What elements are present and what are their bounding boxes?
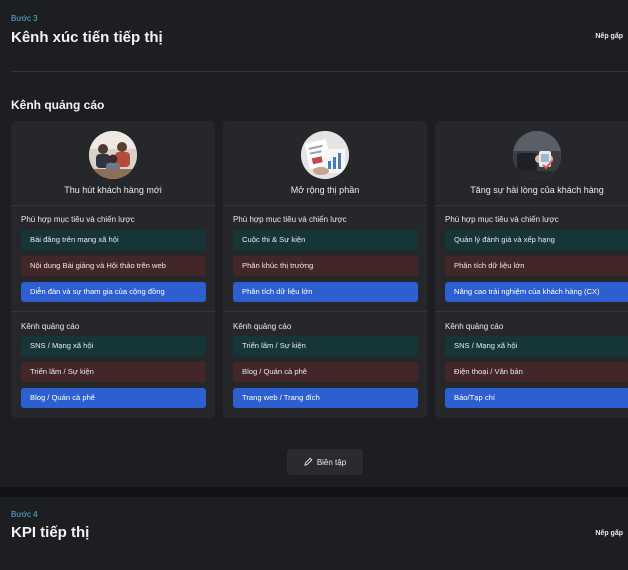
strategy-label: Phù hợp mục tiêu và chiến lược	[233, 215, 347, 224]
goal-card-customer-satisfaction: Tăng sự hài lòng của khách hàng Phù hợp …	[435, 121, 628, 418]
channel-chip[interactable]: Triển lãm / Sự kiện	[233, 336, 418, 356]
card-photo	[513, 131, 561, 179]
channel-chip[interactable]: Blog / Quán cà phê	[21, 388, 206, 408]
edit-button-label: Biên tập	[316, 457, 347, 467]
card-divider	[11, 311, 215, 312]
card-divider	[223, 205, 427, 206]
strategy-chip[interactable]: Cuộc thi & Sự kiện	[233, 230, 418, 250]
channel-label: Kênh quảng cáo	[445, 322, 504, 331]
goal-card-new-customers: Thu hút khách hàng mới Phù hợp mục tiêu …	[11, 121, 215, 418]
channel-chip[interactable]: Trang web / Trang đích	[233, 388, 418, 408]
step-4-panel: Bước 4 KPI tiếp thị Nếp gấp	[0, 497, 628, 570]
step-label: Bước 3	[11, 14, 38, 23]
channel-chip[interactable]: SNS / Mạng xã hội	[445, 336, 628, 356]
channel-chip[interactable]: Điện thoại / Văn bản	[445, 362, 628, 382]
card-divider	[223, 311, 427, 312]
card-title: Mở rộng thị phần	[290, 185, 360, 195]
collapse-button[interactable]: Nếp gấp	[595, 33, 623, 40]
card-title: Thu hút khách hàng mới	[64, 185, 162, 195]
section-title: Kênh quảng cáo	[11, 98, 105, 112]
step-title: KPI tiếp thị	[11, 524, 90, 541]
channel-chip[interactable]: Blog / Quán cà phê	[233, 362, 418, 382]
pencil-icon	[304, 457, 313, 468]
channel-chip[interactable]: Báo/Tạp chí	[445, 388, 628, 408]
strategy-label: Phù hợp mục tiêu và chiến lược	[21, 215, 135, 224]
strategy-chip[interactable]: Nâng cao trải nghiệm của khách hàng (CX)	[445, 282, 628, 302]
card-divider	[11, 205, 215, 206]
strategy-chip[interactable]: Phân tích dữ liệu lớn	[233, 282, 418, 302]
card-photo	[89, 131, 137, 179]
strategy-chip[interactable]: Bài đăng trên mạng xã hội	[21, 230, 206, 250]
strategy-chip[interactable]: Nội dung Bài giảng và Hội thảo trên web	[21, 256, 206, 276]
card-photo	[301, 131, 349, 179]
strategy-label: Phù hợp mục tiêu và chiến lược	[445, 215, 559, 224]
divider	[11, 71, 628, 72]
card-divider	[435, 311, 628, 312]
edit-button[interactable]: Biên tập	[287, 449, 363, 475]
channel-label: Kênh quảng cáo	[21, 322, 80, 331]
channel-chip[interactable]: SNS / Mạng xã hội	[21, 336, 206, 356]
step-title: Kênh xúc tiến tiếp thị	[11, 29, 163, 46]
collapse-button[interactable]: Nếp gấp	[595, 530, 623, 537]
card-divider	[435, 205, 628, 206]
step-label: Bước 4	[11, 510, 38, 519]
strategy-chip[interactable]: Diễn đàn và sự tham gia của cộng đồng	[21, 282, 206, 302]
channel-chip[interactable]: Triển lãm / Sự kiện	[21, 362, 206, 382]
goal-card-market-share: Mở rộng thị phần Phù hợp mục tiêu và chi…	[223, 121, 427, 418]
strategy-chip[interactable]: Phân tích dữ liệu lớn	[445, 256, 628, 276]
card-title: Tăng sự hài lòng của khách hàng	[470, 185, 604, 195]
step-3-panel: Bước 3 Kênh xúc tiến tiếp thị Nếp gấp Kê…	[0, 0, 628, 487]
channel-label: Kênh quảng cáo	[233, 322, 292, 331]
strategy-chip[interactable]: Quản lý đánh giá và xếp hạng	[445, 230, 628, 250]
strategy-chip[interactable]: Phân khúc thị trường	[233, 256, 418, 276]
